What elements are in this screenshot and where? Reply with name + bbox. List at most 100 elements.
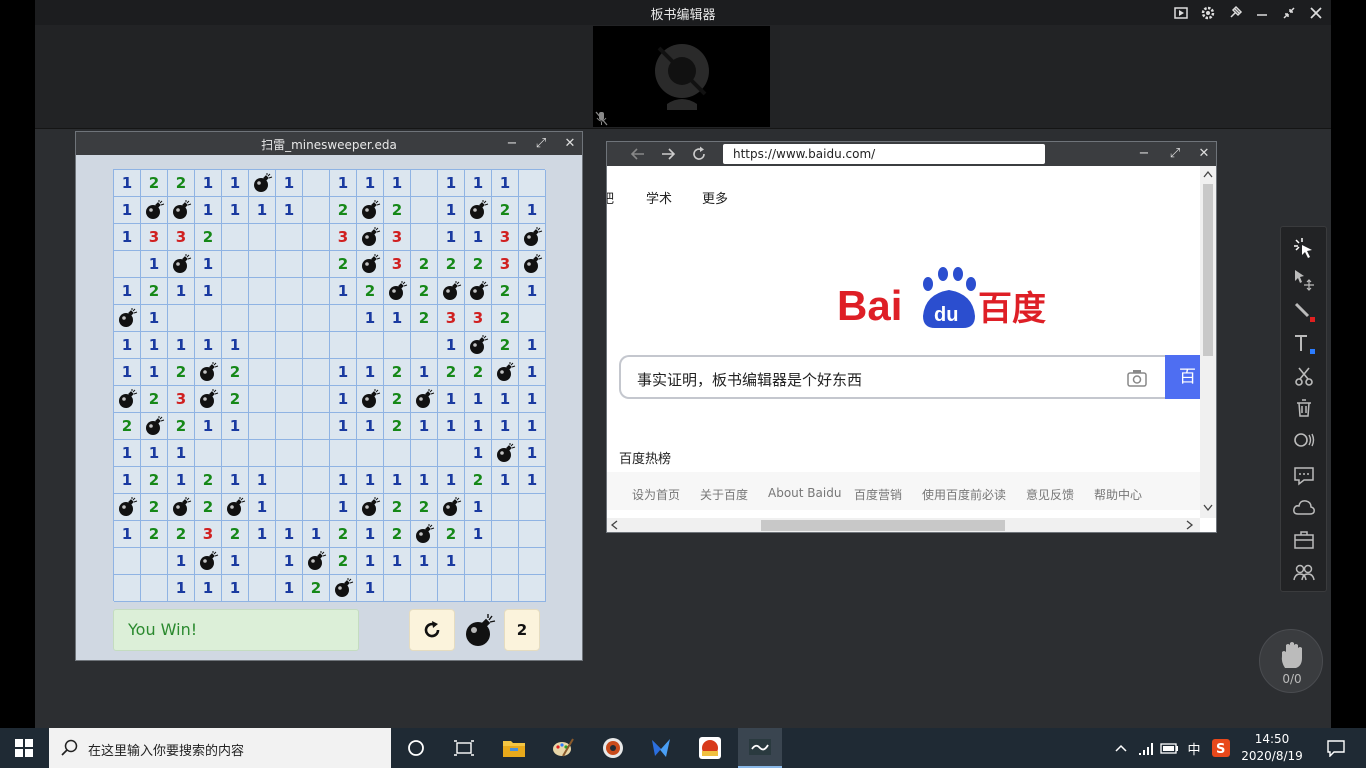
- number-cell[interactable]: 1: [114, 332, 141, 359]
- empty-cell[interactable]: [276, 413, 303, 440]
- number-cell[interactable]: 1: [519, 467, 546, 494]
- number-cell[interactable]: 2: [465, 359, 492, 386]
- minesweeper-titlebar[interactable]: 扫雷_minesweeper.eda − ⤢ ✕: [76, 132, 582, 155]
- number-cell[interactable]: 1: [168, 575, 195, 602]
- raise-hand-button[interactable]: 0/0: [1259, 629, 1323, 693]
- number-cell[interactable]: 1: [222, 332, 249, 359]
- number-cell[interactable]: 1: [249, 197, 276, 224]
- number-cell[interactable]: 1: [438, 386, 465, 413]
- number-cell[interactable]: 2: [492, 278, 519, 305]
- number-cell[interactable]: 2: [438, 359, 465, 386]
- number-cell[interactable]: 1: [465, 386, 492, 413]
- mine-cell[interactable]: [357, 224, 384, 251]
- number-cell[interactable]: 1: [465, 494, 492, 521]
- empty-cell[interactable]: [276, 494, 303, 521]
- number-cell[interactable]: 1: [438, 548, 465, 575]
- close-icon[interactable]: ✕: [560, 134, 580, 153]
- number-cell[interactable]: 1: [168, 440, 195, 467]
- system-clock[interactable]: 14:50 2020/8/19: [1240, 731, 1304, 765]
- number-cell[interactable]: 1: [330, 278, 357, 305]
- mine-cell[interactable]: [492, 440, 519, 467]
- number-cell[interactable]: 2: [384, 413, 411, 440]
- number-cell[interactable]: 1: [492, 170, 519, 197]
- empty-cell[interactable]: [519, 548, 546, 575]
- number-cell[interactable]: 2: [168, 413, 195, 440]
- number-cell[interactable]: 1: [438, 332, 465, 359]
- number-cell[interactable]: 1: [492, 467, 519, 494]
- number-cell[interactable]: 1: [384, 548, 411, 575]
- number-cell[interactable]: 1: [465, 521, 492, 548]
- empty-cell[interactable]: [519, 521, 546, 548]
- empty-cell[interactable]: [357, 332, 384, 359]
- number-cell[interactable]: 1: [249, 494, 276, 521]
- comment-icon[interactable]: [1291, 463, 1317, 489]
- number-cell[interactable]: 2: [330, 251, 357, 278]
- number-cell[interactable]: 1: [114, 170, 141, 197]
- empty-cell[interactable]: [303, 197, 330, 224]
- number-cell[interactable]: 1: [114, 521, 141, 548]
- number-cell[interactable]: 3: [465, 305, 492, 332]
- number-cell[interactable]: 1: [438, 224, 465, 251]
- number-cell[interactable]: 3: [168, 386, 195, 413]
- taskbar-search-input[interactable]: 在这里输入你要搜索的内容: [49, 728, 391, 768]
- number-cell[interactable]: 2: [114, 413, 141, 440]
- number-cell[interactable]: 1: [411, 548, 438, 575]
- empty-cell[interactable]: [141, 548, 168, 575]
- empty-cell[interactable]: [249, 548, 276, 575]
- mine-cell[interactable]: [141, 413, 168, 440]
- empty-cell[interactable]: [492, 575, 519, 602]
- mine-cell[interactable]: [438, 494, 465, 521]
- empty-cell[interactable]: [384, 332, 411, 359]
- select-cursor-icon[interactable]: [1291, 235, 1317, 261]
- number-cell[interactable]: 2: [222, 521, 249, 548]
- close-icon[interactable]: ✕: [1194, 144, 1214, 163]
- number-cell[interactable]: 1: [168, 467, 195, 494]
- empty-cell[interactable]: [492, 494, 519, 521]
- number-cell[interactable]: 2: [330, 521, 357, 548]
- number-cell[interactable]: 1: [438, 170, 465, 197]
- minimize-icon[interactable]: −: [1134, 144, 1154, 163]
- mine-cell[interactable]: [303, 548, 330, 575]
- number-cell[interactable]: 1: [411, 413, 438, 440]
- trash-icon[interactable]: [1291, 395, 1317, 421]
- number-cell[interactable]: 2: [141, 494, 168, 521]
- empty-cell[interactable]: [519, 170, 546, 197]
- empty-cell[interactable]: [249, 413, 276, 440]
- empty-cell[interactable]: [303, 251, 330, 278]
- number-cell[interactable]: 3: [384, 251, 411, 278]
- restart-button[interactable]: [409, 609, 455, 651]
- empty-cell[interactable]: [303, 359, 330, 386]
- mine-cell[interactable]: [357, 494, 384, 521]
- empty-cell[interactable]: [276, 332, 303, 359]
- number-cell[interactable]: 3: [330, 224, 357, 251]
- empty-cell[interactable]: [276, 467, 303, 494]
- toolbox-icon[interactable]: [1291, 527, 1317, 553]
- number-cell[interactable]: 2: [384, 197, 411, 224]
- minimize-icon[interactable]: −: [502, 134, 522, 153]
- empty-cell[interactable]: [114, 575, 141, 602]
- mine-cell[interactable]: [411, 386, 438, 413]
- empty-cell[interactable]: [195, 305, 222, 332]
- number-cell[interactable]: 2: [222, 359, 249, 386]
- empty-cell[interactable]: [519, 305, 546, 332]
- number-cell[interactable]: 2: [411, 251, 438, 278]
- board-editor-taskbar-icon[interactable]: [738, 728, 782, 768]
- empty-cell[interactable]: [276, 278, 303, 305]
- number-cell[interactable]: 2: [438, 521, 465, 548]
- number-cell[interactable]: 1: [438, 413, 465, 440]
- paint-app-icon[interactable]: [543, 733, 583, 763]
- empty-cell[interactable]: [384, 440, 411, 467]
- number-cell[interactable]: 1: [519, 386, 546, 413]
- number-cell[interactable]: 1: [168, 548, 195, 575]
- number-cell[interactable]: 2: [195, 224, 222, 251]
- empty-cell[interactable]: [357, 440, 384, 467]
- empty-cell[interactable]: [303, 494, 330, 521]
- empty-cell[interactable]: [411, 332, 438, 359]
- number-cell[interactable]: 2: [492, 197, 519, 224]
- empty-cell[interactable]: [303, 440, 330, 467]
- mine-cell[interactable]: [168, 494, 195, 521]
- move-select-icon[interactable]: [1291, 267, 1317, 293]
- number-cell[interactable]: 1: [114, 359, 141, 386]
- number-cell[interactable]: 1: [276, 548, 303, 575]
- search-button[interactable]: 百: [1165, 355, 1200, 399]
